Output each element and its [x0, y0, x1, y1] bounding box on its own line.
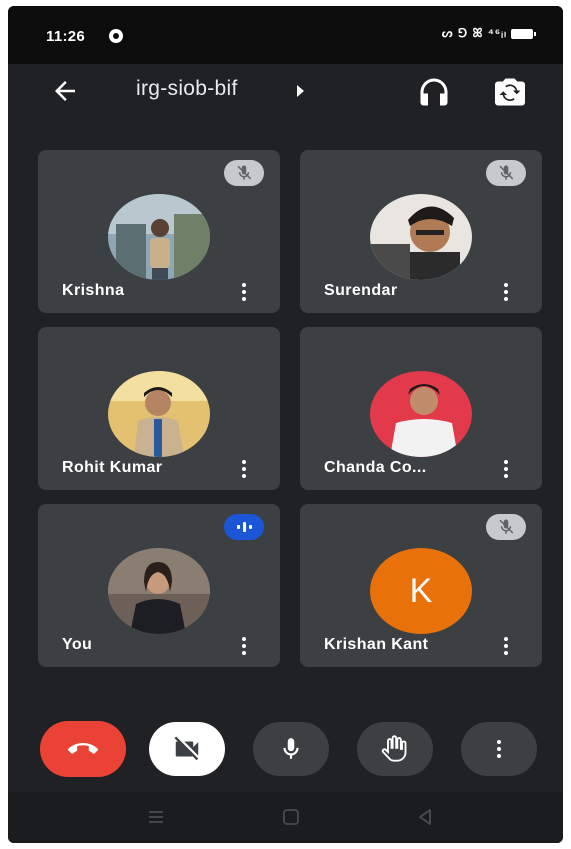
microphone-button[interactable] — [253, 722, 329, 776]
camera-off-button[interactable] — [149, 722, 225, 776]
avatar — [108, 371, 210, 457]
camera-off-icon — [174, 736, 199, 761]
avatar — [370, 371, 472, 457]
speaking-indicator-icon — [224, 514, 264, 540]
more-vert-icon[interactable] — [500, 280, 512, 302]
system-nav-bar — [8, 792, 563, 843]
phone-screen: 11:26 ᔕ ⅁ ꕤ ⁴⁶ᵢₗ irg-siob-bif Krishna Su… — [8, 6, 563, 843]
participant-name: You — [62, 636, 93, 653]
more-vert-icon[interactable] — [238, 457, 250, 479]
participant-name: Krishna — [62, 282, 125, 299]
mic-muted-icon — [486, 514, 526, 540]
status-time: 11:26 — [46, 28, 86, 45]
call-controls — [8, 706, 563, 786]
status-icons-text: ᔕ ⅁ ꕤ ⁴⁶ᵢₗ — [441, 26, 507, 40]
more-vert-icon[interactable] — [500, 457, 512, 479]
back-triangle-icon[interactable] — [413, 805, 437, 829]
switch-camera-icon[interactable] — [492, 74, 528, 110]
participant-tile-rohit-kumar[interactable]: Rohit Kumar — [38, 327, 280, 490]
participant-tile-chanda[interactable]: Chanda Co... — [300, 327, 542, 490]
caret-right-icon[interactable] — [297, 85, 304, 97]
home-square-icon[interactable] — [279, 805, 303, 829]
audio-output-headphones-icon[interactable] — [416, 74, 452, 110]
mic-muted-icon — [486, 160, 526, 186]
avatar — [108, 194, 210, 280]
more-options-button[interactable] — [461, 722, 537, 776]
participant-tile-surendar[interactable]: Surendar — [300, 150, 542, 313]
status-bar: 11:26 ᔕ ⅁ ꕤ ⁴⁶ᵢₗ — [8, 6, 563, 64]
avatar — [370, 194, 472, 280]
back-arrow-icon[interactable] — [50, 76, 82, 108]
battery-icon — [511, 28, 536, 39]
avatar-initial: K — [409, 571, 433, 610]
participant-name: Surendar — [324, 282, 398, 299]
microphone-icon — [283, 738, 299, 759]
more-vert-icon[interactable] — [500, 634, 512, 656]
status-icons: ᔕ ⅁ ꕤ ⁴⁶ᵢₗ — [441, 26, 536, 41]
participant-tile-krishna[interactable]: Krishna — [38, 150, 280, 313]
recents-menu-icon[interactable] — [144, 805, 168, 829]
participant-name: Krishan Kant — [324, 636, 429, 653]
meeting-code[interactable]: irg-siob-bif — [136, 77, 238, 101]
notification-dot-icon — [109, 29, 123, 43]
avatar — [108, 548, 210, 634]
more-vert-icon — [497, 740, 501, 758]
mic-muted-icon — [224, 160, 264, 186]
raise-hand-button[interactable] — [357, 722, 433, 776]
app-bar: irg-siob-bif — [8, 64, 563, 124]
more-vert-icon[interactable] — [238, 280, 250, 302]
participant-name: Rohit Kumar — [62, 459, 163, 476]
letter-avatar: K — [370, 548, 472, 634]
raise-hand-icon — [381, 735, 407, 762]
participant-name: Chanda Co... — [324, 459, 427, 476]
end-call-icon — [68, 743, 98, 754]
participant-tile-you[interactable]: You — [38, 504, 280, 667]
end-call-button[interactable] — [40, 721, 126, 777]
participant-tile-krishan-kant[interactable]: K Krishan Kant — [300, 504, 542, 667]
more-vert-icon[interactable] — [238, 634, 250, 656]
